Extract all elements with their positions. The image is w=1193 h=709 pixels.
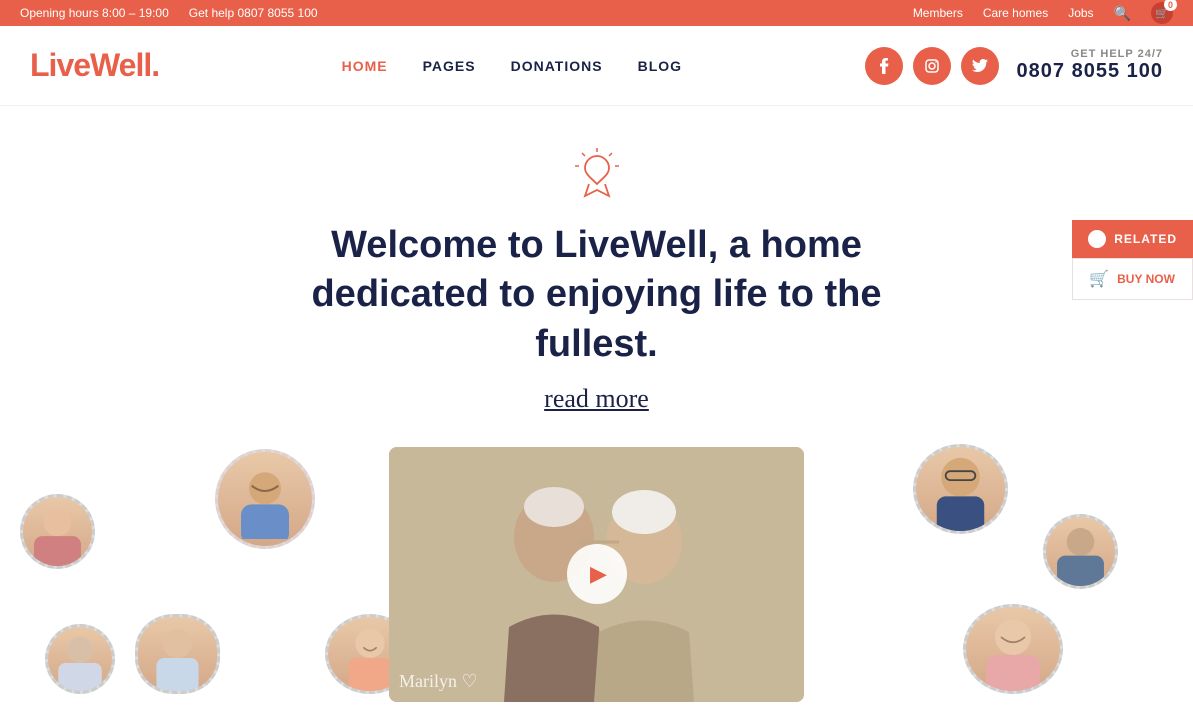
search-icon[interactable]: 🔍 xyxy=(1114,5,1131,22)
top-bar-left: Opening hours 8:00 – 19:00 Get help 0807… xyxy=(20,6,318,20)
twitter-button[interactable] xyxy=(961,47,999,85)
avatar-face-7 xyxy=(966,607,1060,691)
avatar-face-1 xyxy=(218,452,312,546)
top-bar-right: Members Care homes Jobs 🔍 🛒 0 xyxy=(913,2,1173,24)
avatar-face-5 xyxy=(916,447,1005,531)
main-video-thumbnail[interactable]: Marilyn ♡ ▶ xyxy=(389,447,804,702)
related-button[interactable]: RELATED xyxy=(1072,220,1193,258)
hero-section: Welcome to LiveWell, a home dedicated to… xyxy=(0,106,1193,709)
avatar-bubble-5 xyxy=(913,444,1008,534)
get-help-label: GET HELP 24/7 xyxy=(1017,48,1163,60)
related-label: RELATED xyxy=(1114,232,1177,246)
instagram-button[interactable] xyxy=(913,47,951,85)
logo-text: LiveWell xyxy=(30,47,151,83)
nav-right: GET HELP 24/7 0807 8055 100 xyxy=(865,47,1163,85)
related-dot-icon xyxy=(1088,230,1106,248)
avatar-bubble-4 xyxy=(135,614,220,694)
avatar-face-2 xyxy=(23,497,92,566)
nav-pages[interactable]: PAGES xyxy=(423,58,476,74)
read-more-link[interactable]: read more xyxy=(544,384,649,414)
video-overlay-text: Marilyn ♡ xyxy=(399,671,478,692)
social-icons xyxy=(865,47,999,85)
ribbon-svg-icon xyxy=(567,146,627,206)
avatar-bubble-6 xyxy=(1043,514,1118,589)
nav-donations[interactable]: DONATIONS xyxy=(511,58,603,74)
facebook-button[interactable] xyxy=(865,47,903,85)
avatar-bubble-7 xyxy=(963,604,1063,694)
avatar-face-8 xyxy=(48,627,112,691)
avatar-bubble-8 xyxy=(45,624,115,694)
avatar-bubble-2 xyxy=(20,494,95,569)
nav-home[interactable]: HOME xyxy=(342,58,388,74)
help-block: GET HELP 24/7 0807 8055 100 xyxy=(1017,48,1163,83)
phone-number[interactable]: 0807 8055 100 xyxy=(1017,60,1163,83)
avatar-bubble-1 xyxy=(215,449,315,549)
cart-badge: 0 xyxy=(1164,0,1177,11)
nav-blog[interactable]: BLOG xyxy=(638,58,682,74)
collage-area: Marilyn ♡ ▶ xyxy=(20,439,1173,709)
get-help-top: Get help 0807 8055 100 xyxy=(189,6,318,20)
hero-title: Welcome to LiveWell, a home dedicated to… xyxy=(247,221,947,369)
care-homes-link[interactable]: Care homes xyxy=(983,6,1048,20)
nav-links: HOME PAGES DONATIONS BLOG xyxy=(342,58,682,74)
opening-hours: Opening hours 8:00 – 19:00 xyxy=(20,6,169,20)
logo[interactable]: LiveWell. xyxy=(30,47,159,84)
play-arrow-icon: ▶ xyxy=(590,561,607,587)
jobs-link[interactable]: Jobs xyxy=(1068,6,1093,20)
related-panel: RELATED 🛒 BUY NOW xyxy=(1072,220,1193,300)
play-button[interactable]: ▶ xyxy=(567,544,627,604)
logo-dot: . xyxy=(151,47,159,83)
top-bar: Opening hours 8:00 – 19:00 Get help 0807… xyxy=(0,0,1193,26)
buy-now-label: BUY NOW xyxy=(1117,272,1175,286)
buy-now-button[interactable]: 🛒 BUY NOW xyxy=(1072,258,1193,300)
avatar-face-6 xyxy=(1046,517,1115,586)
main-navigation: LiveWell. HOME PAGES DONATIONS BLOG GET … xyxy=(0,26,1193,106)
cart-icon[interactable]: 🛒 0 xyxy=(1151,2,1173,24)
members-link[interactable]: Members xyxy=(913,6,963,20)
avatar-face-4 xyxy=(138,617,217,691)
cart-side-icon: 🛒 xyxy=(1089,269,1109,289)
ribbon-icon-container xyxy=(20,146,1173,206)
